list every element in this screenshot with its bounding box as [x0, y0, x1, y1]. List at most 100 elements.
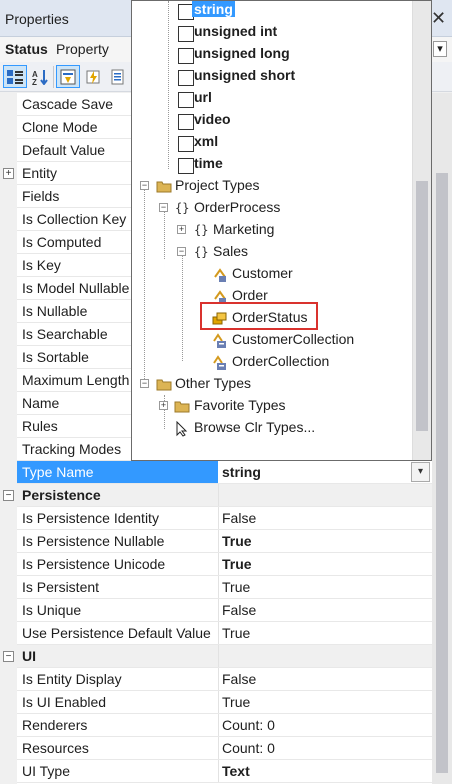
tree-item-label: Favorite Types	[194, 397, 286, 413]
tree-item-builtin-type[interactable]: unsigned int	[132, 21, 413, 43]
grid-row[interactable]: Resources Count: 0	[0, 737, 432, 760]
builtin-type-icon	[178, 92, 194, 108]
tree-item-builtin-type[interactable]: video	[132, 109, 413, 131]
expand-toggle-icon[interactable]: −	[3, 651, 14, 662]
tree-item-label: Browse Clr Types...	[194, 419, 315, 435]
tree-item-label: xml	[194, 133, 218, 149]
close-icon[interactable]: ✕	[430, 8, 447, 28]
property-value[interactable]: Text	[222, 763, 250, 779]
tree-item-builtin-type[interactable]: xml	[132, 131, 413, 153]
coll-icon	[212, 333, 228, 349]
property-pages-icon[interactable]	[106, 65, 130, 88]
tree-item-text: unsigned long	[194, 45, 290, 61]
categorized-icon[interactable]	[3, 65, 27, 88]
builtin-type-icon	[178, 26, 194, 42]
tree-item-builtin-type[interactable]: time	[132, 153, 413, 175]
events-icon[interactable]	[81, 65, 105, 88]
tree-item-browse-clr[interactable]: Browse Clr Types...	[132, 417, 413, 439]
type-name-value[interactable]: string	[222, 464, 261, 480]
column-divider	[218, 576, 219, 599]
browse-icon	[174, 420, 190, 437]
grid-row[interactable]: Is Entity Display False	[0, 668, 432, 691]
grid-row[interactable]: Renderers Count: 0	[0, 714, 432, 737]
expand-icon[interactable]: +	[159, 401, 168, 410]
alphabetical-icon[interactable]: AZ	[28, 65, 52, 88]
type-tree: string unsigned int unsigned long unsigned …	[132, 1, 413, 460]
tree-item-other-types[interactable]: − Other Types	[132, 373, 413, 395]
object-type: Property	[56, 41, 109, 57]
tree-item-text: string	[192, 1, 235, 17]
property-value[interactable]: False	[222, 671, 256, 687]
column-divider	[218, 760, 219, 783]
tree-item-sales[interactable]: −{} Sales	[132, 241, 413, 263]
type-name-row[interactable]: Type Name string ▾	[0, 461, 432, 484]
property-value[interactable]: True	[222, 556, 252, 572]
tree-item-text: Customer	[232, 265, 293, 281]
collapse-icon[interactable]: −	[177, 247, 186, 256]
tree-item-label: url	[194, 89, 212, 105]
property-value[interactable]: Count: 0	[222, 717, 275, 733]
collapse-icon[interactable]: −	[140, 181, 149, 190]
tree-item-text: Order	[232, 287, 268, 303]
property-value[interactable]: False	[222, 602, 256, 618]
grid-row[interactable]: − UI	[0, 645, 432, 668]
property-name: Is Sortable	[22, 349, 89, 365]
tree-item-project-types[interactable]: − Project Types	[132, 175, 413, 197]
grid-row[interactable]: Is UI Enabled True	[0, 691, 432, 714]
tree-item-label: Other Types	[175, 375, 251, 391]
grid-row[interactable]: UI Type Text	[0, 760, 432, 783]
property-name: Use Persistence Default Value	[22, 625, 211, 641]
column-divider	[218, 714, 219, 737]
tree-item-sales-type[interactable]: OrderCollection	[132, 351, 413, 373]
grid-scroll-thumb[interactable]	[436, 173, 448, 773]
tree-item-text: Marketing	[213, 221, 275, 237]
expand-toggle-icon[interactable]: +	[3, 168, 14, 179]
toolbar-separator	[53, 66, 54, 88]
popup-scrollbar[interactable]	[412, 1, 431, 460]
property-value[interactable]: True	[222, 625, 250, 641]
collapse-icon[interactable]: −	[140, 379, 149, 388]
grid-row[interactable]: Is Unique False	[0, 599, 432, 622]
type-picker-popup: string unsigned int unsigned long unsigned …	[131, 0, 432, 461]
tree-item-builtin-type[interactable]: unsigned long	[132, 43, 413, 65]
tree-item-text: unsigned int	[194, 23, 278, 39]
grid-row[interactable]: Is Persistent True	[0, 576, 432, 599]
property-name: Is Key	[22, 257, 61, 273]
tree-item-label: Customer	[232, 265, 293, 281]
property-value[interactable]: True	[222, 533, 252, 549]
grid-row[interactable]: Is Persistence Unicode True	[0, 553, 432, 576]
grid-scrollbar[interactable]	[432, 93, 452, 784]
property-name: Default Value	[22, 142, 106, 158]
tree-item-order-process[interactable]: −{} OrderProcess	[132, 197, 413, 219]
properties-icon[interactable]	[56, 65, 80, 88]
tree-item-builtin-type[interactable]: unsigned short	[132, 65, 413, 87]
collapse-icon[interactable]: −	[159, 203, 168, 212]
dropdown-arrow-icon[interactable]: ▾	[411, 462, 430, 482]
grid-row[interactable]: − Persistence	[0, 484, 432, 507]
property-value[interactable]: Count: 0	[222, 740, 275, 756]
tree-item-label: string	[192, 1, 235, 17]
tree-item-sales-type[interactable]: Customer	[132, 263, 413, 285]
svg-text:Z: Z	[32, 78, 37, 85]
property-value[interactable]: False	[222, 510, 256, 526]
property-value[interactable]: True	[222, 694, 250, 710]
expand-toggle-icon[interactable]: −	[3, 490, 14, 501]
tree-item-favorite-types[interactable]: + Favorite Types	[132, 395, 413, 417]
property-name: Is Persistence Unicode	[22, 556, 166, 572]
property-value[interactable]: True	[222, 579, 250, 595]
popup-scroll-thumb[interactable]	[416, 181, 428, 431]
tree-item-text: Other Types	[175, 375, 252, 391]
grid-row[interactable]: Is Persistence Identity False	[0, 507, 432, 530]
tree-item-builtin-type[interactable]: url	[132, 87, 413, 109]
property-name: Is Collection Key	[22, 211, 127, 227]
object-dropdown-button[interactable]: ▾	[433, 41, 447, 57]
property-name: Is Computed	[22, 234, 102, 250]
grid-row[interactable]: Use Persistence Default Value True	[0, 622, 432, 645]
grid-row[interactable]: Is Persistence Nullable True	[0, 530, 432, 553]
property-name: UI Type	[22, 763, 70, 779]
tree-item-label: OrderCollection	[232, 353, 329, 369]
tree-item-marketing[interactable]: + {} Marketing	[132, 219, 413, 241]
tree-item-builtin-type[interactable]: string	[132, 1, 413, 21]
tree-item-sales-type[interactable]: CustomerCollection	[132, 329, 413, 351]
expand-icon[interactable]: +	[177, 225, 186, 234]
